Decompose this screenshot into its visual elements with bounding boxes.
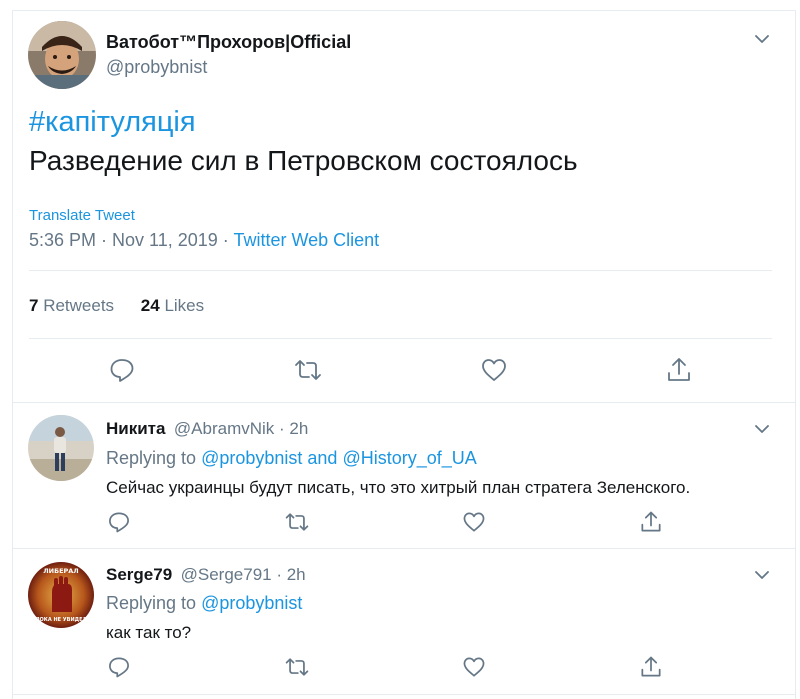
retweet-icon[interactable] [293, 355, 323, 385]
share-icon[interactable] [638, 509, 664, 535]
avatar[interactable] [28, 415, 94, 481]
translate-tweet-link[interactable]: Translate Tweet [29, 207, 135, 224]
reply-text: Сейчас украинцы будут писать, что это хи… [106, 478, 691, 497]
likes-stat[interactable]: 24 Likes [141, 296, 204, 315]
tweet-meta: 5:36 PM · Nov 11, 2019 · Twitter Web Cli… [29, 230, 379, 251]
divider [12, 402, 796, 403]
avatar[interactable]: ЛИБЕРАЛ ПОКА НЕ УВИДЕЛ [28, 562, 94, 628]
reply-handle[interactable]: @Serge791 · 2h [181, 565, 306, 584]
chevron-down-icon[interactable] [752, 419, 772, 439]
avatar-image [28, 21, 96, 89]
tweet-timestamp[interactable]: 5:36 PM · Nov 11, 2019 · [29, 230, 233, 250]
author-display-name[interactable]: Ватобот™Прохоров|Official [106, 32, 351, 53]
chevron-down-icon[interactable] [752, 29, 772, 49]
mention-link[interactable]: @probybnist [201, 593, 302, 613]
retweets-label: Retweets [38, 296, 115, 315]
author-handle[interactable]: @probybnist [106, 57, 207, 78]
hashtag-link[interactable]: #капітуляція [29, 106, 196, 139]
like-icon[interactable] [461, 509, 487, 535]
reply-header: Никита @AbramvNik · 2h [106, 419, 308, 439]
reply-display-name[interactable]: Serge79 [106, 565, 172, 584]
avatar-image: ЛИБЕРАЛ ПОКА НЕ УВИДЕЛ [28, 562, 94, 628]
tweet-text: Разведение сил в Петровском состоялось [29, 145, 578, 176]
frame-left-border [12, 10, 13, 699]
divider [12, 548, 796, 549]
retweets-stat[interactable]: 7 Retweets [29, 296, 114, 315]
tweet-client-link[interactable]: Twitter Web Client [233, 230, 379, 250]
retweet-icon[interactable] [284, 654, 310, 680]
avatar-caption-bottom: ПОКА НЕ УВИДЕЛ [35, 617, 86, 623]
divider [12, 694, 796, 695]
reply-header: Serge79 @Serge791 · 2h [106, 565, 306, 585]
mention-link[interactable]: @probybnist [201, 448, 302, 468]
chevron-down-icon[interactable] [752, 565, 772, 585]
reply-icon[interactable] [107, 355, 137, 385]
replying-to: Replying to @probybnist and @History_of_… [106, 448, 477, 469]
likes-count: 24 [140, 296, 160, 315]
replying-prefix: Replying to [106, 448, 202, 468]
like-icon[interactable] [479, 355, 509, 385]
likes-label: Likes [159, 296, 205, 315]
reply-icon[interactable] [106, 654, 132, 680]
reply-display-name[interactable]: Никита [106, 419, 165, 438]
like-icon[interactable] [461, 654, 487, 680]
frame-top-border [12, 10, 796, 11]
divider [29, 338, 772, 339]
frame-right-border [795, 10, 796, 699]
divider [29, 270, 772, 271]
reply-text: как так то? [106, 623, 192, 642]
avatar[interactable] [28, 21, 96, 89]
replying-to: Replying to @probybnist [106, 593, 302, 614]
retweet-icon[interactable] [284, 509, 310, 535]
reply-handle[interactable]: @AbramvNik · 2h [174, 419, 308, 438]
share-icon[interactable] [638, 654, 664, 680]
avatar-caption-top: ЛИБЕРАЛ [43, 567, 78, 575]
tweet-stats: 7 Retweets 24 Likes [29, 296, 204, 316]
replying-join[interactable]: and [302, 448, 342, 468]
share-icon[interactable] [664, 355, 694, 385]
avatar-image [28, 415, 94, 481]
mention-link[interactable]: @History_of_UA [342, 448, 476, 468]
replying-prefix: Replying to [106, 593, 202, 613]
reply-icon[interactable] [106, 509, 132, 535]
